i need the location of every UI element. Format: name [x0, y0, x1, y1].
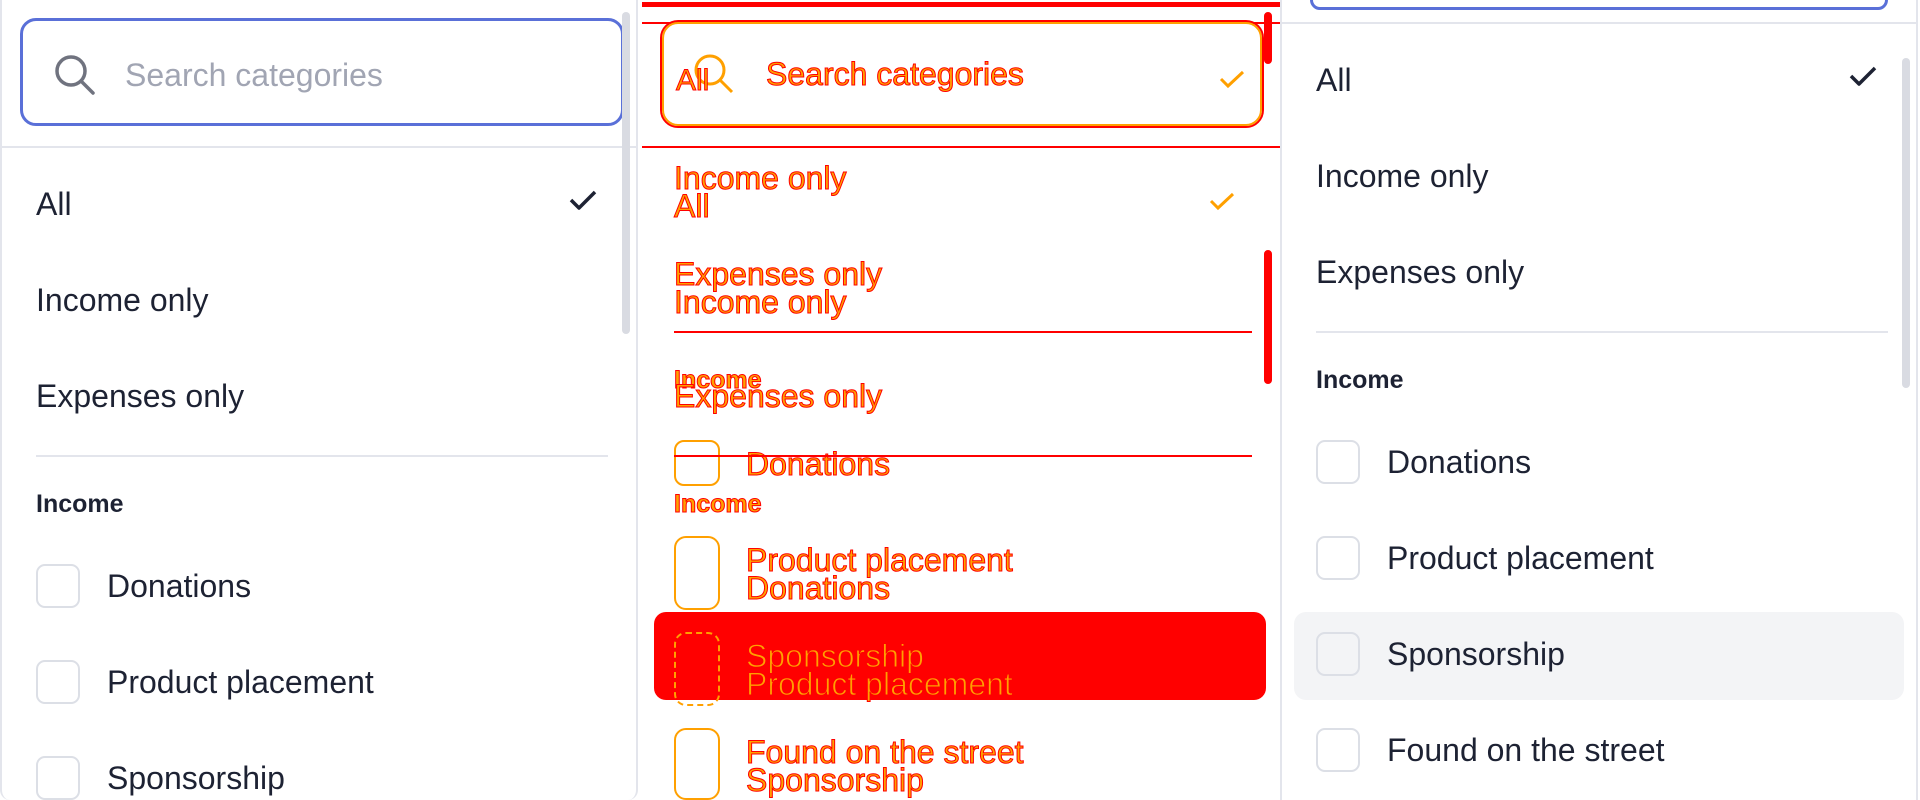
- option-income-only[interactable]: Income only: [36, 282, 209, 319]
- debug-divider: [674, 331, 1252, 333]
- checkbox-product-placement[interactable]: [1316, 536, 1360, 580]
- debug-top-bar: [642, 2, 1280, 7]
- option-income-only[interactable]: Income only: [1316, 158, 1489, 195]
- dual-expenses-income: Expenses only Income only: [673, 256, 883, 320]
- scrollbar-thumb[interactable]: [1902, 58, 1910, 388]
- dual-income-all: Income only All: [674, 160, 848, 224]
- checkbox-found-on-the-street[interactable]: [1316, 728, 1360, 772]
- label-sponsorship: Sponsorship: [1387, 636, 1565, 672]
- label-found-on-the-street: Found on the street: [1387, 732, 1665, 768]
- checkbox-product-placement[interactable]: [36, 660, 80, 704]
- debug-scroll-top: [1264, 12, 1272, 64]
- option-all-ghost: All: [675, 64, 710, 98]
- search-placeholder: Search categories: [766, 56, 1025, 93]
- debug-divider-2: [674, 455, 1252, 457]
- group-heading-income: Income: [36, 490, 124, 518]
- checkbox-donations[interactable]: [1316, 440, 1360, 484]
- option-expenses-only[interactable]: Expenses only: [36, 378, 244, 415]
- checkbox-sponsorship[interactable]: [1316, 632, 1360, 676]
- group-heading-income: Income: [674, 490, 763, 519]
- label-sponsorship: Sponsorship: [107, 760, 285, 796]
- search-separator: [2, 146, 636, 148]
- option-expenses-only[interactable]: Expenses only: [1316, 254, 1524, 291]
- check-icon: [1208, 190, 1236, 217]
- dual-placement-donations: Product placement Donations: [746, 542, 1014, 606]
- label-donations: Donations: [107, 568, 252, 604]
- option-all[interactable]: All: [36, 186, 72, 223]
- option-all[interactable]: All: [1316, 62, 1352, 99]
- hover-row-sponsorship[interactable]: [1294, 612, 1904, 700]
- category-dropdown-panel-scrolled: All Income only Expenses only Income Don…: [1280, 0, 1918, 800]
- debug-scroll-thumb: [1264, 250, 1272, 384]
- search-separator: [1282, 22, 1916, 24]
- debug-search-box[interactable]: Search categories All: [660, 20, 1264, 128]
- checkbox-donations[interactable]: [36, 564, 80, 608]
- checkbox-product-placement[interactable]: [674, 536, 720, 610]
- scrollbar-thumb[interactable]: [622, 12, 630, 334]
- options-divider: [36, 455, 608, 457]
- option-expenses-only-ghost: Expenses only: [673, 378, 883, 415]
- check-icon: [1848, 64, 1878, 93]
- group-heading-income: Income: [1316, 366, 1404, 394]
- debug-search-separator: [642, 146, 1280, 148]
- checkbox-sponsorship[interactable]: [36, 756, 80, 800]
- dual-found-sponsorship: Found on the street Sponsorship: [746, 734, 1025, 798]
- check-icon: [568, 188, 598, 217]
- search-icon: [53, 53, 97, 102]
- label-product-placement: Product placement: [1387, 540, 1654, 576]
- search-input-edge[interactable]: [1310, 0, 1888, 10]
- checkbox-sponsorship[interactable]: [674, 632, 720, 706]
- checkbox-donations[interactable]: [674, 440, 720, 486]
- check-icon: [1218, 68, 1246, 95]
- options-divider: [1316, 331, 1888, 333]
- category-dropdown-panel: Search categories All Income only Expens…: [0, 0, 638, 800]
- search-placeholder: Search categories: [125, 57, 383, 93]
- checkbox-found-on-the-street[interactable]: [674, 728, 720, 800]
- label-donations: Donations: [1387, 444, 1532, 480]
- debug-overlay-panel: Search categories All Income only All Exp…: [642, 0, 1280, 800]
- label-product-placement: Product placement: [107, 664, 374, 700]
- dual-sponsorship-placement: Sponsorship Product placement: [746, 638, 1014, 702]
- search-input[interactable]: Search categories: [20, 18, 624, 126]
- label-donations: Donations: [745, 446, 891, 483]
